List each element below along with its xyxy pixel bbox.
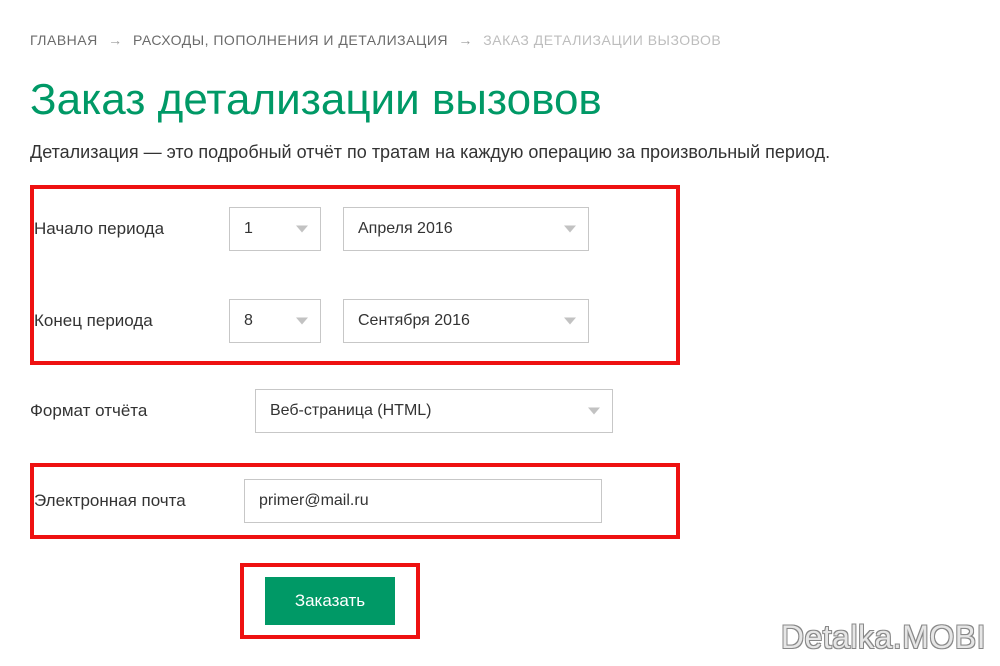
- breadcrumb-separator: →: [458, 32, 473, 48]
- intro-text: Детализация — это подробный отчёт по тра…: [30, 142, 970, 163]
- email-label: Электронная почта: [34, 491, 244, 511]
- start-period-row: Начало периода 1 Апреля 2016: [34, 207, 664, 251]
- format-value: Веб-страница (HTML): [270, 402, 432, 420]
- breadcrumb: ГЛАВНАЯ → РАСХОДЫ, ПОПОЛНЕНИЯ И ДЕТАЛИЗА…: [30, 32, 970, 48]
- end-month-select[interactable]: Сентября 2016: [343, 299, 589, 343]
- breadcrumb-section[interactable]: РАСХОДЫ, ПОПОЛНЕНИЯ И ДЕТАЛИЗАЦИЯ: [133, 32, 448, 48]
- end-period-row: Конец периода 8 Сентября 2016: [34, 299, 664, 343]
- email-field[interactable]: primer@mail.ru: [244, 479, 602, 523]
- start-period-label: Начало периода: [34, 219, 229, 239]
- chevron-down-icon: [296, 318, 308, 325]
- chevron-down-icon: [564, 226, 576, 233]
- email-row: Электронная почта primer@mail.ru: [34, 479, 664, 523]
- submit-highlight-box: Заказать: [240, 563, 420, 639]
- start-month-value: Апреля 2016: [358, 220, 453, 238]
- period-highlight-box: Начало периода 1 Апреля 2016 Конец перио…: [30, 185, 680, 365]
- email-value: primer@mail.ru: [259, 492, 369, 510]
- email-highlight-box: Электронная почта primer@mail.ru: [30, 463, 680, 539]
- page-title: Заказ детализации вызовов: [30, 76, 970, 124]
- start-day-value: 1: [244, 220, 253, 238]
- breadcrumb-current: ЗАКАЗ ДЕТАЛИЗАЦИИ ВЫЗОВОВ: [483, 32, 721, 48]
- submit-button[interactable]: Заказать: [265, 577, 395, 625]
- chevron-down-icon: [296, 226, 308, 233]
- watermark: Detalka.MOBI: [781, 619, 986, 656]
- breadcrumb-home[interactable]: ГЛАВНАЯ: [30, 32, 98, 48]
- start-month-select[interactable]: Апреля 2016: [343, 207, 589, 251]
- format-select[interactable]: Веб-страница (HTML): [255, 389, 613, 433]
- format-label: Формат отчёта: [30, 401, 255, 421]
- end-day-value: 8: [244, 312, 253, 330]
- format-row: Формат отчёта Веб-страница (HTML): [30, 389, 970, 433]
- chevron-down-icon: [564, 318, 576, 325]
- start-day-select[interactable]: 1: [229, 207, 321, 251]
- end-day-select[interactable]: 8: [229, 299, 321, 343]
- end-month-value: Сентября 2016: [358, 312, 470, 330]
- breadcrumb-separator: →: [108, 32, 123, 48]
- chevron-down-icon: [588, 408, 600, 415]
- end-period-label: Конец периода: [34, 311, 229, 331]
